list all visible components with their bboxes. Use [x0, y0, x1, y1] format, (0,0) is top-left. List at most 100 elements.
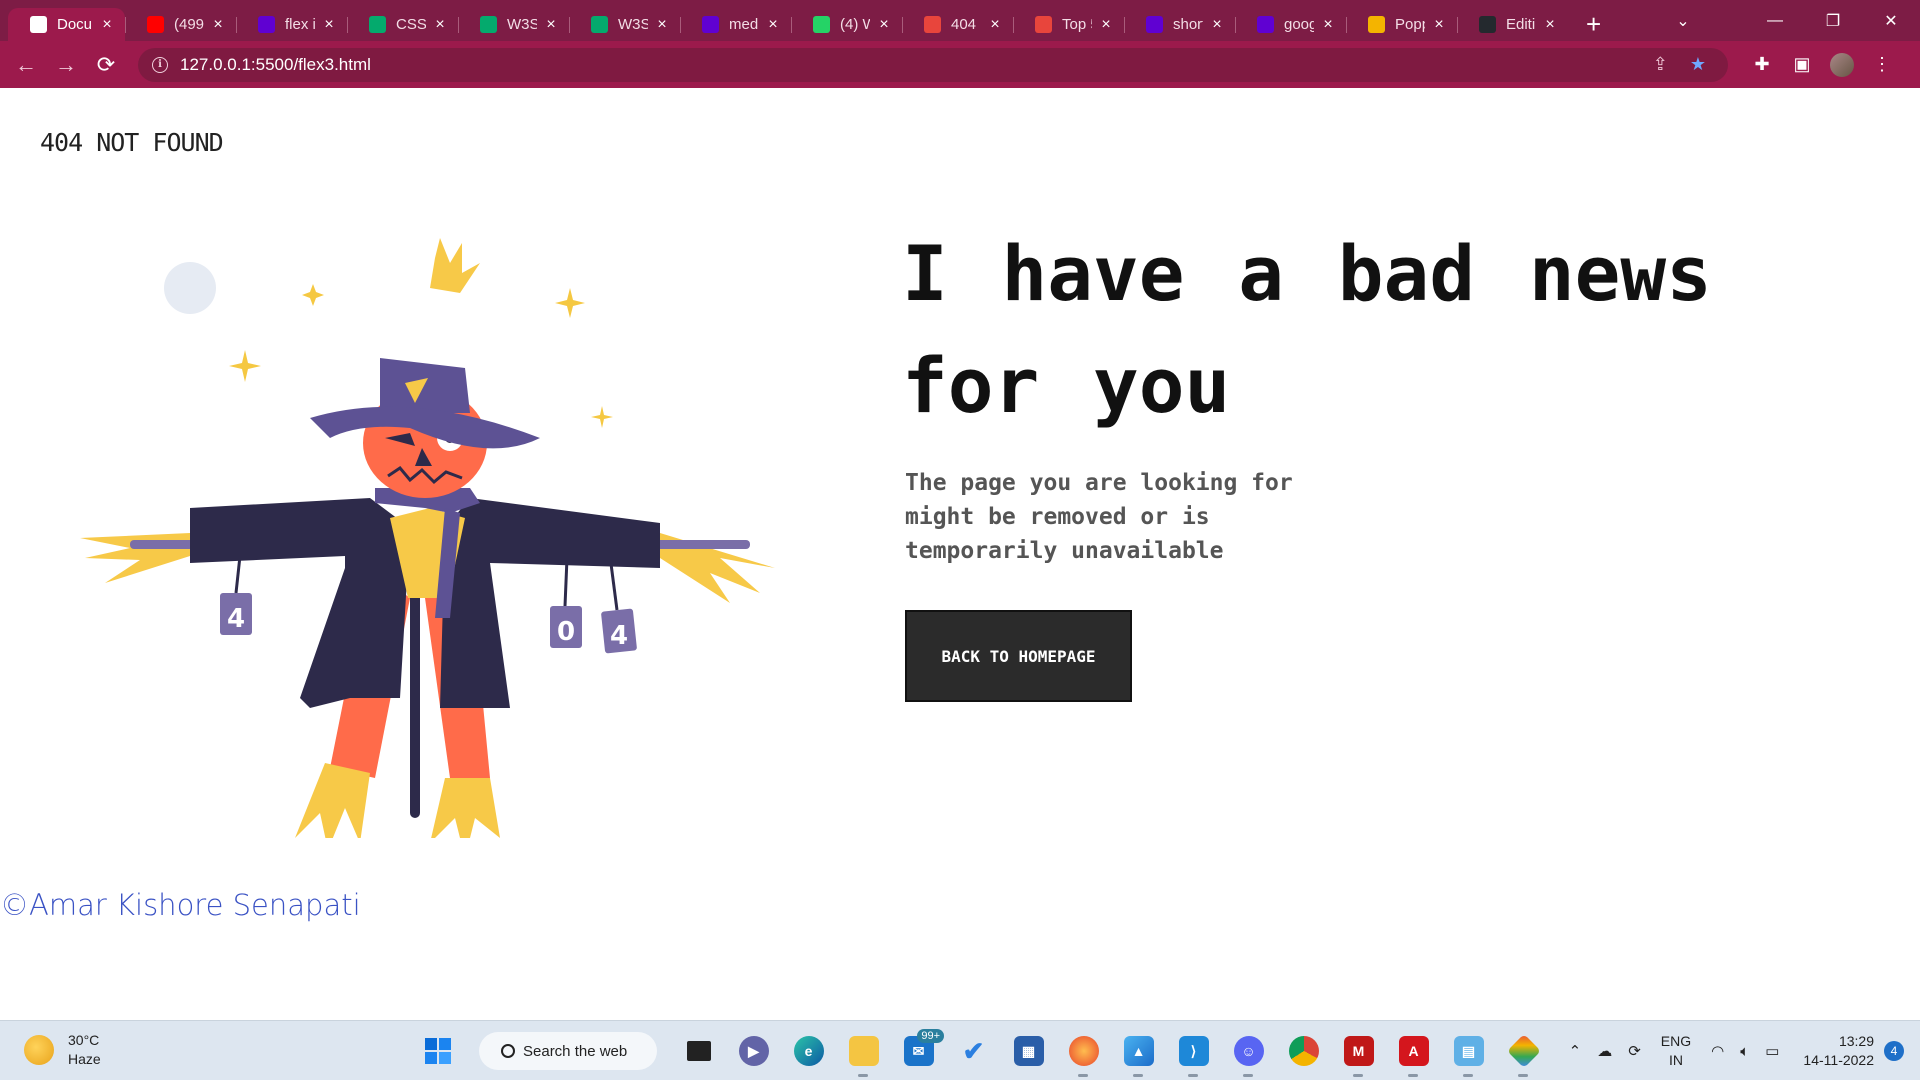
browser-tab[interactable]: Popp × [1346, 8, 1457, 41]
chevron-up-icon[interactable]: ⌃ [1569, 1042, 1582, 1060]
extensions-icon[interactable]: ✚ [1742, 54, 1782, 75]
browser-tab[interactable]: Editi × [1457, 8, 1568, 41]
browser-tab[interactable]: W3S × [458, 8, 569, 41]
tab-close-icon[interactable]: × [1209, 16, 1225, 34]
window-controls: ⌄ — ❐ ✕ [1654, 0, 1920, 41]
battery-icon[interactable]: ▭ [1765, 1042, 1779, 1060]
store-button[interactable]: ▦ [1001, 1021, 1056, 1081]
restore-button[interactable]: ❐ [1804, 11, 1862, 31]
firefox-button[interactable] [1056, 1021, 1111, 1081]
browser-tab[interactable]: (4) W × [791, 8, 902, 41]
discord-button[interactable]: ☺ [1221, 1021, 1276, 1081]
tab-close-icon[interactable]: × [1431, 16, 1447, 34]
youtube-icon [147, 16, 164, 33]
tab-close-icon[interactable]: × [654, 16, 670, 34]
search-icon [501, 1044, 515, 1058]
tab-title: W3S [507, 16, 537, 33]
menu-kebab-icon[interactable]: ⋮ [1862, 54, 1902, 75]
back-to-homepage-button[interactable]: BACK TO HOMEPAGE [905, 610, 1132, 702]
weather-temp: 30°C [68, 1032, 100, 1048]
tab-title: short [1173, 16, 1203, 33]
moon-shape [164, 262, 216, 314]
tab-close-icon[interactable]: × [321, 16, 337, 34]
teams-chat-button[interactable]: ▶ [726, 1021, 781, 1081]
back-button[interactable]: ← [6, 52, 46, 78]
tab-close-icon[interactable]: × [210, 16, 226, 34]
mail-badge: 99+ [917, 1029, 944, 1043]
tab-close-icon[interactable]: × [876, 16, 892, 34]
browser-tab[interactable]: Docu × [8, 8, 125, 41]
acrobat-button[interactable]: A [1386, 1021, 1441, 1081]
clock[interactable]: 13:29 14-11-2022 [1803, 1032, 1874, 1070]
url-text[interactable]: 127.0.0.1:5500/flex3.html [180, 55, 1653, 75]
notification-badge[interactable]: 4 [1884, 1041, 1904, 1061]
tab-title: (4) W [840, 16, 870, 33]
tab-close-icon[interactable]: × [1098, 16, 1114, 34]
lang-line1: ENG [1660, 1033, 1692, 1049]
store-icon: ▦ [1013, 1036, 1044, 1066]
tab-title: W3S [618, 16, 648, 33]
taskbar-apps: Search the web ▶ e ✉ 99+ ✔ ▦ ▲ ⟩ ☺ M A ▤ [410, 1021, 1551, 1081]
brand-logo-text: 404 NOT FOUND [40, 128, 224, 157]
browser-tab[interactable]: short × [1124, 8, 1235, 41]
tab-close-icon[interactable]: × [543, 16, 559, 34]
shield-icon: M [1343, 1036, 1374, 1066]
browser-tab[interactable]: flex i × [236, 8, 347, 41]
chrome-button[interactable] [1276, 1021, 1331, 1081]
system-tray: ⌃ ☁ ⟳ ENG IN ◠ 🔈︎ ▭ 13:29 14-11-2022 4 [1561, 1021, 1920, 1081]
tab-close-icon[interactable]: × [1542, 16, 1558, 34]
git-button[interactable] [1496, 1021, 1551, 1081]
control-panel-icon: ▤ [1453, 1036, 1484, 1066]
file-explorer-button[interactable] [836, 1021, 891, 1081]
tab-close-icon[interactable]: × [99, 16, 115, 34]
folder-icon [848, 1036, 879, 1066]
browser-tab[interactable]: goog × [1235, 8, 1346, 41]
browser-tab[interactable]: medi × [680, 8, 791, 41]
vscode-button[interactable]: ⟩ [1166, 1021, 1221, 1081]
browser-tab[interactable]: CSS × [347, 8, 458, 41]
share-icon[interactable]: ⇪ [1653, 54, 1668, 75]
tab-close-icon[interactable]: × [432, 16, 448, 34]
popp-icon [1368, 16, 1385, 33]
mcafee-button[interactable]: M [1331, 1021, 1386, 1081]
browser-tab[interactable]: 404 I × [902, 8, 1013, 41]
address-bar[interactable]: i 127.0.0.1:5500/flex3.html ⇪ ★ [138, 47, 1728, 82]
browser-tab[interactable]: (499) × [125, 8, 236, 41]
browser-tab[interactable]: Top 5 × [1013, 8, 1124, 41]
site-info-icon[interactable]: i [152, 56, 168, 73]
sync-icon[interactable]: ⟳ [1628, 1042, 1641, 1060]
cloud-icon[interactable]: ☁ [1597, 1042, 1612, 1060]
taskbar-search-box[interactable]: Search the web [479, 1032, 657, 1070]
weather-widget[interactable]: 30°C Haze [24, 1031, 101, 1069]
volume-icon[interactable]: 🔈︎ [1740, 1043, 1749, 1060]
todo-button[interactable]: ✔ [946, 1021, 1001, 1081]
mail-button[interactable]: ✉ 99+ [891, 1021, 946, 1081]
wifi-icon[interactable]: ◠ [1711, 1042, 1724, 1060]
task-view-button[interactable] [671, 1021, 726, 1081]
taskbar: 30°C Haze Search the web ▶ e ✉ 99+ ✔ ▦ ▲ … [0, 1020, 1920, 1080]
control-panel-button[interactable]: ▤ [1441, 1021, 1496, 1081]
photos-button[interactable]: ▲ [1111, 1021, 1166, 1081]
side-panel-icon[interactable]: ▣ [1782, 54, 1822, 75]
browser-tab[interactable]: W3S × [569, 8, 680, 41]
github-icon [1479, 16, 1496, 33]
new-tab-button[interactable]: + [1586, 8, 1601, 41]
tab-title: Editi [1506, 16, 1536, 33]
discord-icon: ☺ [1233, 1036, 1264, 1066]
close-window-button[interactable]: ✕ [1862, 11, 1920, 31]
start-button[interactable] [410, 1021, 465, 1081]
tab-search-button[interactable]: ⌄ [1654, 11, 1712, 31]
profile-avatar[interactable] [1830, 52, 1854, 77]
bookmark-star-icon[interactable]: ★ [1690, 54, 1706, 75]
tab-title: CSS [396, 16, 426, 33]
tab-close-icon[interactable]: × [765, 16, 781, 34]
forward-button[interactable]: → [46, 52, 86, 78]
reload-button[interactable]: ⟳ [86, 52, 126, 78]
tab-close-icon[interactable]: × [987, 16, 1003, 34]
vscode-icon: ⟩ [1178, 1036, 1209, 1066]
language-indicator[interactable]: ENG IN [1661, 1032, 1691, 1070]
scarecrow-illustration: 4 0 4 [80, 238, 775, 838]
minimize-button[interactable]: — [1746, 12, 1804, 30]
tab-close-icon[interactable]: × [1320, 16, 1336, 34]
edge-button[interactable]: e [781, 1021, 836, 1081]
